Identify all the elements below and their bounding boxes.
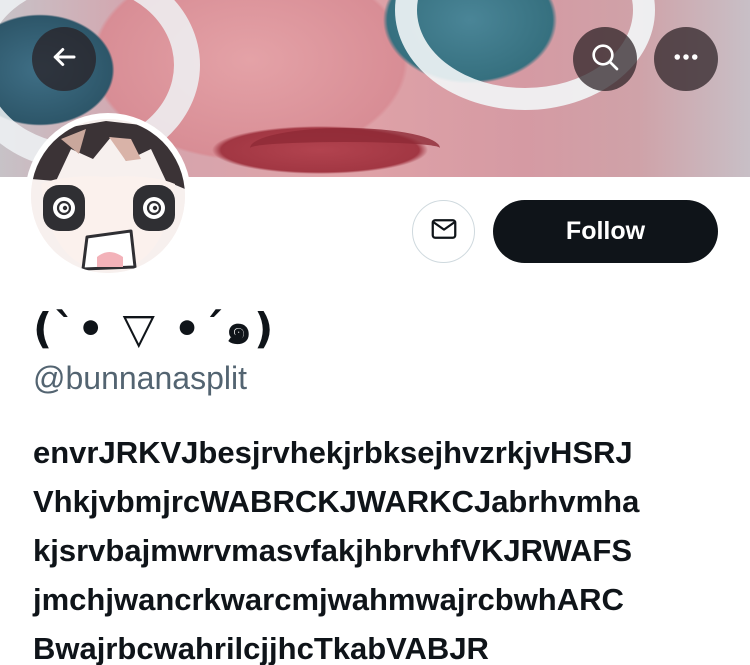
bio-line: VhkjvbmjrcWABRCKJWARKCJabrhvmha bbox=[33, 484, 640, 519]
profile-display-name: (`• ▽ •´๑) bbox=[33, 304, 276, 353]
profile-avatar[interactable] bbox=[25, 113, 191, 279]
bio-line: kjsrvbajmwrvmasvfakjhbrvhfVKJRWAFS bbox=[33, 533, 632, 568]
profile-handle: @bunnanasplit bbox=[33, 360, 247, 396]
profile-bio: envrJRKVJbesjrvhekjrbksejhvzrkjvHSRJ Vhk… bbox=[33, 428, 733, 665]
avatar-image bbox=[31, 119, 185, 273]
more-button[interactable] bbox=[654, 27, 718, 91]
envelope-icon bbox=[429, 214, 459, 249]
back-button[interactable] bbox=[32, 27, 96, 91]
search-icon bbox=[589, 41, 621, 78]
search-button[interactable] bbox=[573, 27, 637, 91]
message-button[interactable] bbox=[412, 200, 475, 263]
follow-button[interactable]: Follow bbox=[493, 200, 718, 263]
arrow-left-icon bbox=[49, 42, 79, 77]
more-horizontal-icon bbox=[671, 42, 701, 77]
bio-line: envrJRKVJbesjrvhekjrbksejhvzrkjvHSRJ bbox=[33, 435, 633, 470]
banner-art-mouth bbox=[250, 128, 440, 168]
bio-line: jmchjwancrkwarcmjwahmwajrcbwhARC bbox=[33, 582, 624, 617]
bio-line: BwajrbcwahrilcjjhcTkabVABJR bbox=[33, 631, 489, 665]
